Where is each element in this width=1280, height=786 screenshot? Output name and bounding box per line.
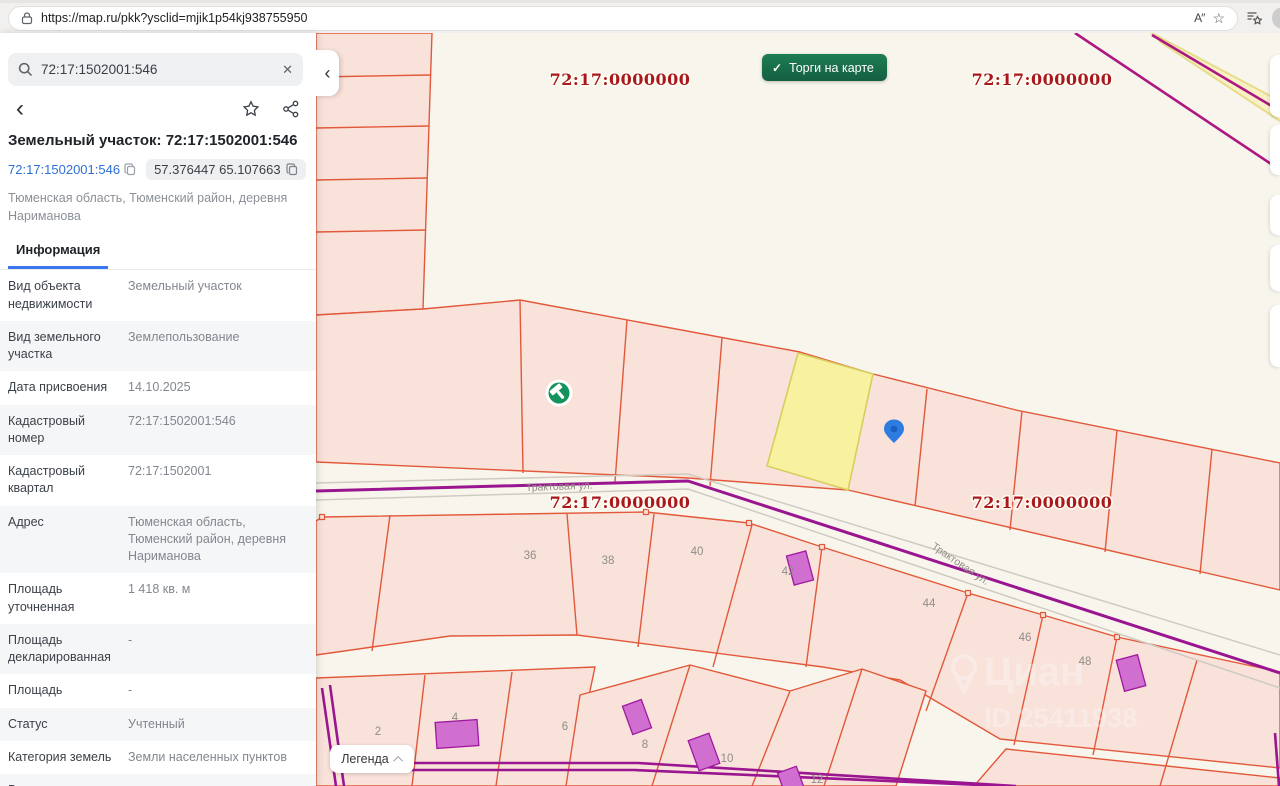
url-text[interactable]: https://map.ru/pkk?ysclid=mjik1p54kj9387… (41, 11, 1186, 25)
chevron-up-icon (393, 755, 403, 765)
site-permissions-lock-icon[interactable] (21, 12, 33, 25)
parcel-info-panel: ✕ ‹ Земельный участок: 72:17:150200 (0, 33, 316, 786)
parcel-number: 36 (524, 550, 537, 562)
profile-avatar[interactable] (1272, 7, 1280, 29)
auctions-on-map-button[interactable]: ✓ Торги на карте (762, 54, 887, 81)
parcel-number: 42 (782, 566, 795, 578)
parcel-number: 40 (691, 546, 704, 558)
read-aloud-icon[interactable]: A″ (1194, 11, 1204, 25)
search-input[interactable] (41, 62, 274, 77)
share-icon[interactable] (282, 100, 300, 118)
parcel-identifiers: 72:17:1502001:546 57.376447 65.107663 (8, 159, 308, 180)
copy-icon[interactable] (286, 163, 298, 176)
table-row: Кадастровый номер72:17:1502001:546 (0, 405, 316, 456)
chrome-actions (1246, 7, 1280, 29)
check-icon: ✓ (772, 61, 782, 75)
tab-information[interactable]: Информация (8, 242, 108, 269)
parcel-address: Тюменская область, Тюменский район, дере… (8, 189, 288, 225)
parcel-number: 12 (811, 774, 824, 786)
address-bar[interactable]: https://map.ru/pkk?ysclid=mjik1p54kj9387… (8, 6, 1238, 31)
map-area[interactable]: Циан ID 25411938 Трактовая ул. Трактовая… (316, 33, 1280, 786)
street-label: Трактовая ул. (526, 480, 593, 494)
browser-window: https://map.ru/pkk?ysclid=mjik1p54kj9387… (0, 0, 1280, 786)
browser-chrome: https://map.ru/pkk?ysclid=mjik1p54kj9387… (0, 0, 1280, 33)
parcel-title: Земельный участок: 72:17:1502001:546 (8, 132, 308, 149)
table-row: Категория земельЗемли населенных пунктов (0, 741, 316, 774)
svg-text:ID 25411938: ID 25411938 (984, 703, 1137, 733)
parcel-number: 4 (452, 712, 459, 724)
table-row: Вид объекта недвижимостиЗемельный участо… (0, 270, 316, 321)
panel-toolbar: ‹ (16, 100, 300, 118)
parcel-number: 6 (562, 721, 568, 733)
table-row: Площадь уточненная1 418 кв. м (0, 573, 316, 624)
table-row: Кадастровый квартал72:17:1502001 (0, 455, 316, 506)
bookmark-star-icon[interactable] (242, 100, 260, 118)
parcel-number: 2 (375, 726, 381, 738)
quarter-label: 72:17:0000000 (972, 493, 1113, 512)
quarter-label: 72:17:0000000 (550, 493, 691, 512)
parcel-number: 8 (642, 739, 648, 751)
table-row: Вид разрешенного использованиядля индиви… (0, 774, 316, 786)
favorite-star-icon[interactable]: ☆ (1212, 10, 1225, 27)
quarter-label: 72:17:0000000 (550, 70, 691, 89)
quarter-label: 72:17:0000000 (972, 70, 1113, 89)
map-control-stub[interactable] (1270, 305, 1280, 367)
search-icon (18, 62, 33, 77)
legend-button[interactable]: Легенда (330, 745, 414, 773)
table-row: Вид земельного участкаЗемлепользование (0, 321, 316, 372)
sidebar-collapse-button[interactable]: ‹ (316, 50, 339, 96)
tab-bar: Информация (0, 241, 316, 270)
map-control-stub[interactable] (1270, 245, 1280, 291)
table-row: Площадь декларированная- (0, 624, 316, 675)
table-row: СтатусУчтенный (0, 708, 316, 741)
parcel-number: 44 (923, 598, 936, 610)
parcel-block-bottom-mid[interactable] (566, 665, 926, 786)
clear-search-icon[interactable]: ✕ (282, 62, 293, 78)
coordinates-chip[interactable]: 57.376447 65.107663 (146, 159, 306, 180)
table-row: Площадь- (0, 674, 316, 707)
cadastral-map[interactable]: Циан ID 25411938 Трактовая ул. Трактовая… (316, 33, 1280, 786)
copy-icon[interactable] (124, 163, 136, 176)
map-control-stub[interactable] (1270, 55, 1280, 117)
map-control-stub[interactable] (1270, 195, 1280, 235)
back-button[interactable]: ‹ (16, 100, 24, 118)
parcel-number: 46 (1019, 632, 1032, 644)
parcel-number: 10 (721, 753, 734, 765)
svg-text:Циан: Циан (984, 650, 1084, 694)
parcel-number: 38 (602, 555, 615, 567)
auction-marker-icon[interactable] (546, 380, 573, 407)
cadastral-number-link[interactable]: 72:17:1502001:546 (8, 162, 136, 177)
diagonal-road-band (1075, 33, 1280, 170)
collections-icon[interactable] (1246, 11, 1262, 26)
parcel-number: 48 (1079, 656, 1092, 668)
table-row: Дата присвоения14.10.2025 (0, 371, 316, 404)
map-control-stub[interactable] (1270, 125, 1280, 175)
table-row: АдресТюменская область, Тюменский район,… (0, 506, 316, 574)
info-table: Вид объекта недвижимостиЗемельный участо… (0, 270, 316, 786)
search-box[interactable]: ✕ (8, 53, 303, 86)
